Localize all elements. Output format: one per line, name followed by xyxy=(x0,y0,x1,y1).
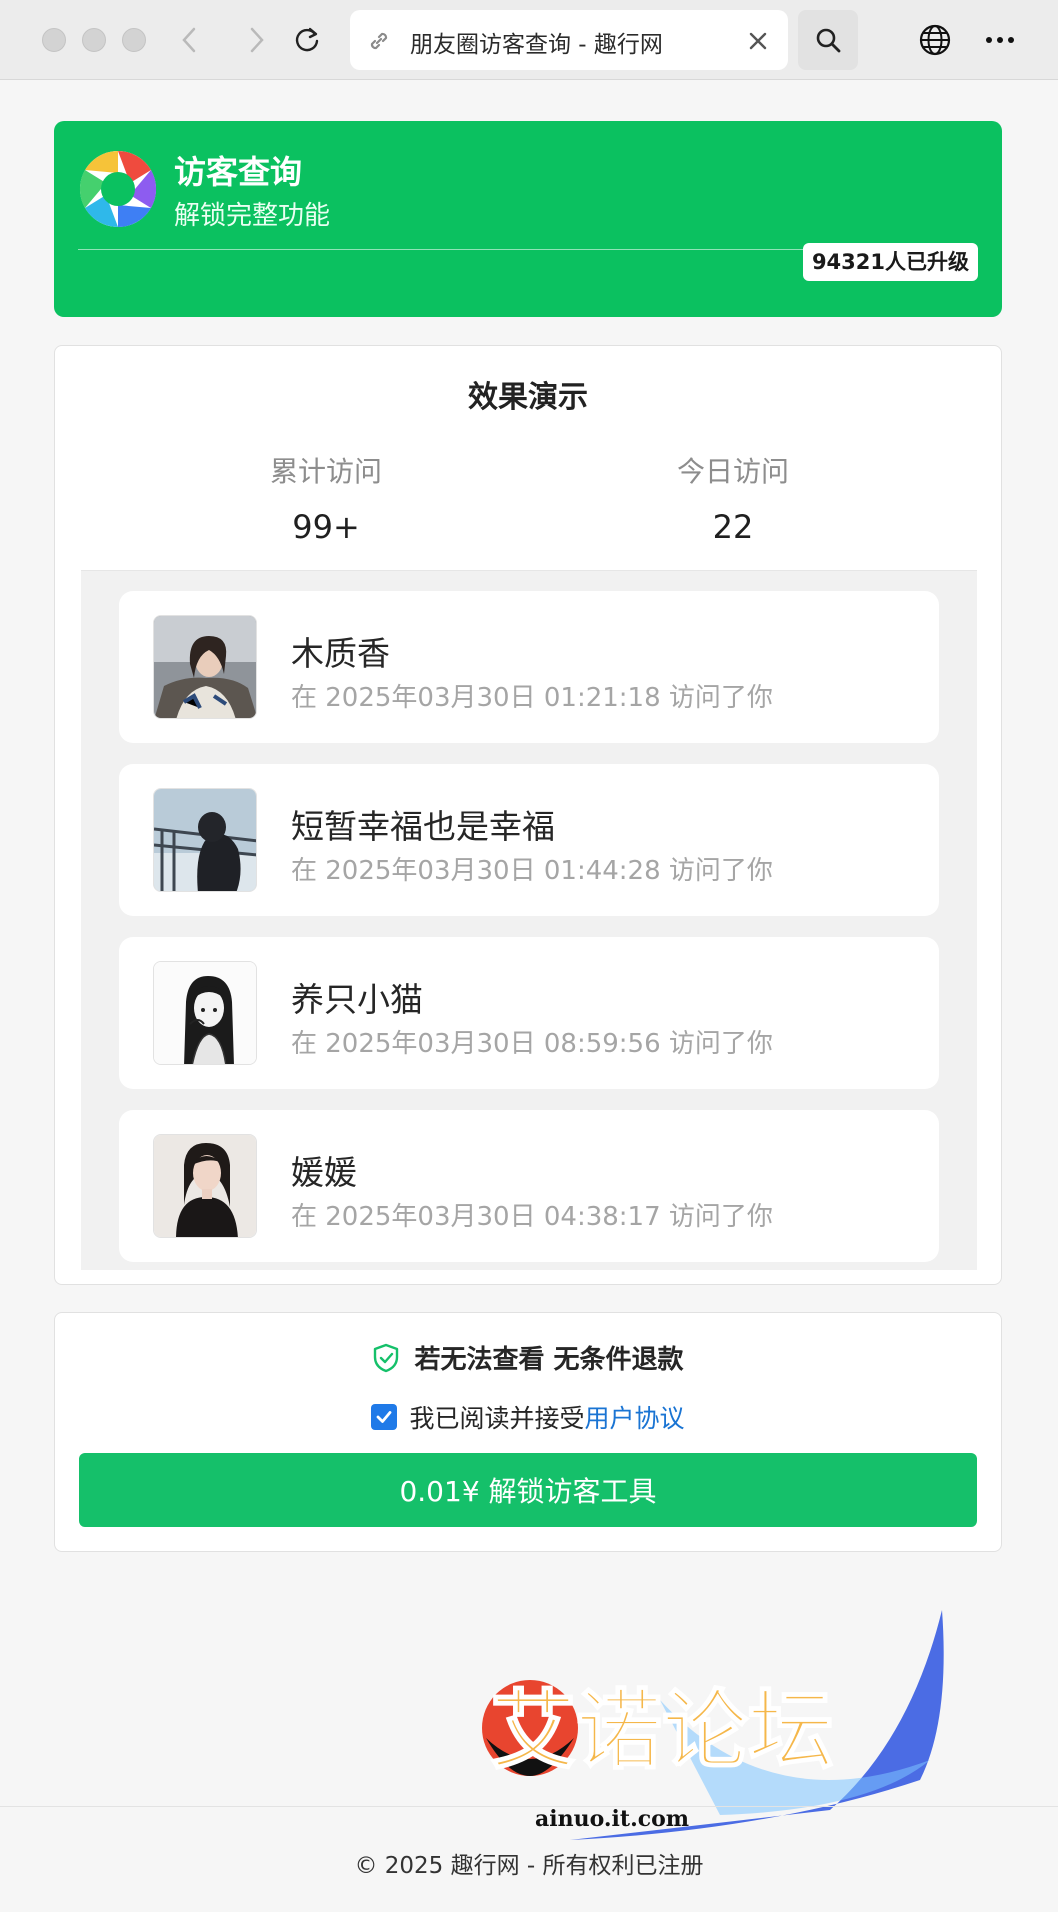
footer-divider xyxy=(0,1806,1058,1807)
visitor-item[interactable]: 短暂幸福也是幸福 在 2025年03月30日 01:44:28 访问了你 xyxy=(119,764,939,916)
zoom-window-button[interactable] xyxy=(122,28,146,52)
hero-title: 访客查询 xyxy=(174,153,303,191)
demo-card: 效果演示 累计访问 99+ 今日访问 22 木质香 在 2025年03月30日 … xyxy=(54,345,1002,1285)
forward-button[interactable] xyxy=(236,20,276,60)
visitor-item[interactable]: 养只小猫 在 2025年03月30日 08:59:56 访问了你 xyxy=(119,937,939,1089)
reload-button[interactable] xyxy=(287,20,327,60)
agreement-checkbox[interactable] xyxy=(371,1404,398,1430)
avatar xyxy=(153,961,257,1065)
visitor-item[interactable]: 媛媛 在 2025年03月30日 04:38:17 访问了你 xyxy=(119,1110,939,1262)
agreement-row: 我已阅读并接受 用户协议 xyxy=(55,1399,1001,1435)
upgrade-count-badge: 94321人已升级 xyxy=(802,243,978,281)
browser-tab[interactable]: 朋友圈访客查询 - 趣行网 xyxy=(350,10,788,70)
stat-today-visits: 今日访问 22 xyxy=(613,450,853,546)
avatar xyxy=(153,788,257,892)
footer-copyright: © 2025 趣行网 - 所有权利已注册 xyxy=(354,1853,704,1879)
stat-label: 累计访问 xyxy=(269,455,382,488)
demo-title: 效果演示 xyxy=(468,380,588,415)
link-icon xyxy=(370,32,388,50)
aperture-logo-icon xyxy=(79,150,157,228)
visitor-name: 媛媛 xyxy=(291,1153,357,1192)
close-window-button[interactable] xyxy=(42,28,66,52)
watermark-url: ainuo.it.com xyxy=(535,1806,690,1832)
visitor-time: 在 2025年03月30日 08:59:56 访问了你 xyxy=(291,1029,773,1059)
svg-text:艾诺论坛: 艾诺论坛 xyxy=(490,1681,834,1781)
visitor-item[interactable]: 木质香 在 2025年03月30日 01:21:18 访问了你 xyxy=(119,591,939,743)
visitor-name: 木质香 xyxy=(291,634,390,673)
agreement-text: 我已阅读并接受 xyxy=(409,1404,585,1433)
search-button[interactable] xyxy=(798,10,858,70)
hero-subtitle: 解锁完整功能 xyxy=(174,201,331,231)
stat-value: 22 xyxy=(712,508,754,546)
user-agreement-link[interactable]: 用户协议 xyxy=(585,1399,685,1435)
stat-label: 今日访问 xyxy=(676,455,789,488)
chevron-left-icon xyxy=(182,27,196,53)
avatar xyxy=(153,1134,257,1238)
minimize-window-button[interactable] xyxy=(82,28,106,52)
refund-guarantee: 若无法查看 无条件退款 xyxy=(55,1339,1001,1376)
more-button[interactable] xyxy=(980,20,1020,60)
check-icon xyxy=(377,1411,392,1423)
stat-total-visits: 累计访问 99+ xyxy=(206,450,446,546)
tab-title: 朋友圈访客查询 - 趣行网 xyxy=(410,32,663,58)
visitor-list: 木质香 在 2025年03月30日 01:21:18 访问了你 短暂幸福也是幸福… xyxy=(81,570,977,1270)
back-button[interactable] xyxy=(170,20,210,60)
browser-toolbar: 朋友圈访客查询 - 趣行网 xyxy=(0,0,1058,80)
payment-card: 若无法查看 无条件退款 我已阅读并接受 用户协议 0.01¥ 解锁访客工具 xyxy=(54,1312,1002,1552)
chevron-right-icon xyxy=(250,27,264,53)
visitor-time: 在 2025年03月30日 01:44:28 访问了你 xyxy=(291,856,773,886)
visitor-time: 在 2025年03月30日 04:38:17 访问了你 xyxy=(291,1202,773,1232)
refund-guarantee-text: 若无法查看 无条件退款 xyxy=(414,1345,684,1375)
visitor-name: 养只小猫 xyxy=(291,980,423,1019)
close-icon[interactable] xyxy=(744,27,772,55)
stat-value: 99+ xyxy=(292,508,360,546)
language-button[interactable] xyxy=(915,20,955,60)
reload-icon xyxy=(295,27,319,52)
avatar xyxy=(153,615,257,719)
visitor-name: 短暂幸福也是幸福 xyxy=(291,807,555,846)
shield-check-icon xyxy=(374,1343,399,1372)
visitor-time: 在 2025年03月30日 01:21:18 访问了你 xyxy=(291,683,773,713)
hero-banner: 访客查询 解锁完整功能 94321人已升级 xyxy=(54,121,1002,317)
unlock-button[interactable]: 0.01¥ 解锁访客工具 xyxy=(79,1453,977,1527)
globe-icon xyxy=(919,24,951,56)
more-icon xyxy=(986,37,1014,43)
search-icon xyxy=(816,28,841,53)
